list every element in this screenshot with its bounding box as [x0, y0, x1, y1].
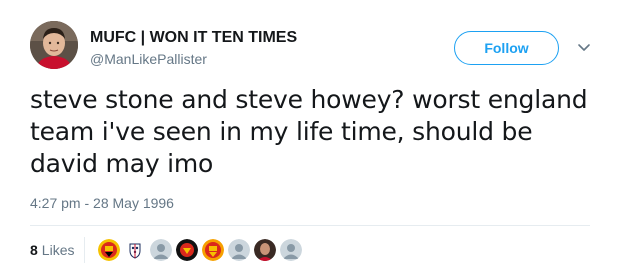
- tweet-text-line: david may imo: [30, 149, 214, 178]
- divider: [30, 225, 590, 226]
- chevron-down-icon[interactable]: [574, 38, 594, 58]
- liker-avatar-mufc-crest-icon[interactable]: [175, 238, 200, 262]
- follow-button[interactable]: Follow: [454, 31, 559, 65]
- author-display-name[interactable]: MUFC | WON IT TEN TIMES: [90, 28, 297, 48]
- tweet-text: steve stone and steve howey? worst engla…: [30, 84, 590, 180]
- tweet-card: MUFC | WON IT TEN TIMES @ManLikePalliste…: [0, 0, 617, 277]
- likes-label[interactable]: Likes: [42, 242, 75, 258]
- liker-avatars: [97, 238, 305, 262]
- tweet-timestamp[interactable]: 4:27 pm - 28 May 1996: [30, 195, 174, 211]
- liker-avatar-mufc-crest-icon[interactable]: [201, 238, 226, 262]
- liker-avatar-player-photo-icon[interactable]: [253, 238, 278, 262]
- tweet-text-line: team i've seen in my life time, should b…: [30, 117, 533, 146]
- tweet-stats: 8 Likes: [30, 236, 305, 264]
- liker-avatar-default-avatar-icon[interactable]: [227, 238, 252, 262]
- author-handle[interactable]: @ManLikePallister: [90, 50, 297, 68]
- tweet-text-line: steve stone and steve howey? worst engla…: [30, 85, 588, 114]
- liker-avatar-mufc-crest-icon[interactable]: [97, 238, 122, 262]
- author-avatar[interactable]: [30, 21, 78, 69]
- liker-avatar-default-avatar-icon[interactable]: [279, 238, 304, 262]
- liker-avatar-default-avatar-icon[interactable]: [149, 238, 174, 262]
- likes-count[interactable]: 8: [30, 242, 38, 258]
- stats-separator: [84, 237, 86, 263]
- author-name-block[interactable]: MUFC | WON IT TEN TIMES @ManLikePalliste…: [90, 28, 297, 68]
- liker-avatar-england-crest-icon[interactable]: [123, 238, 148, 262]
